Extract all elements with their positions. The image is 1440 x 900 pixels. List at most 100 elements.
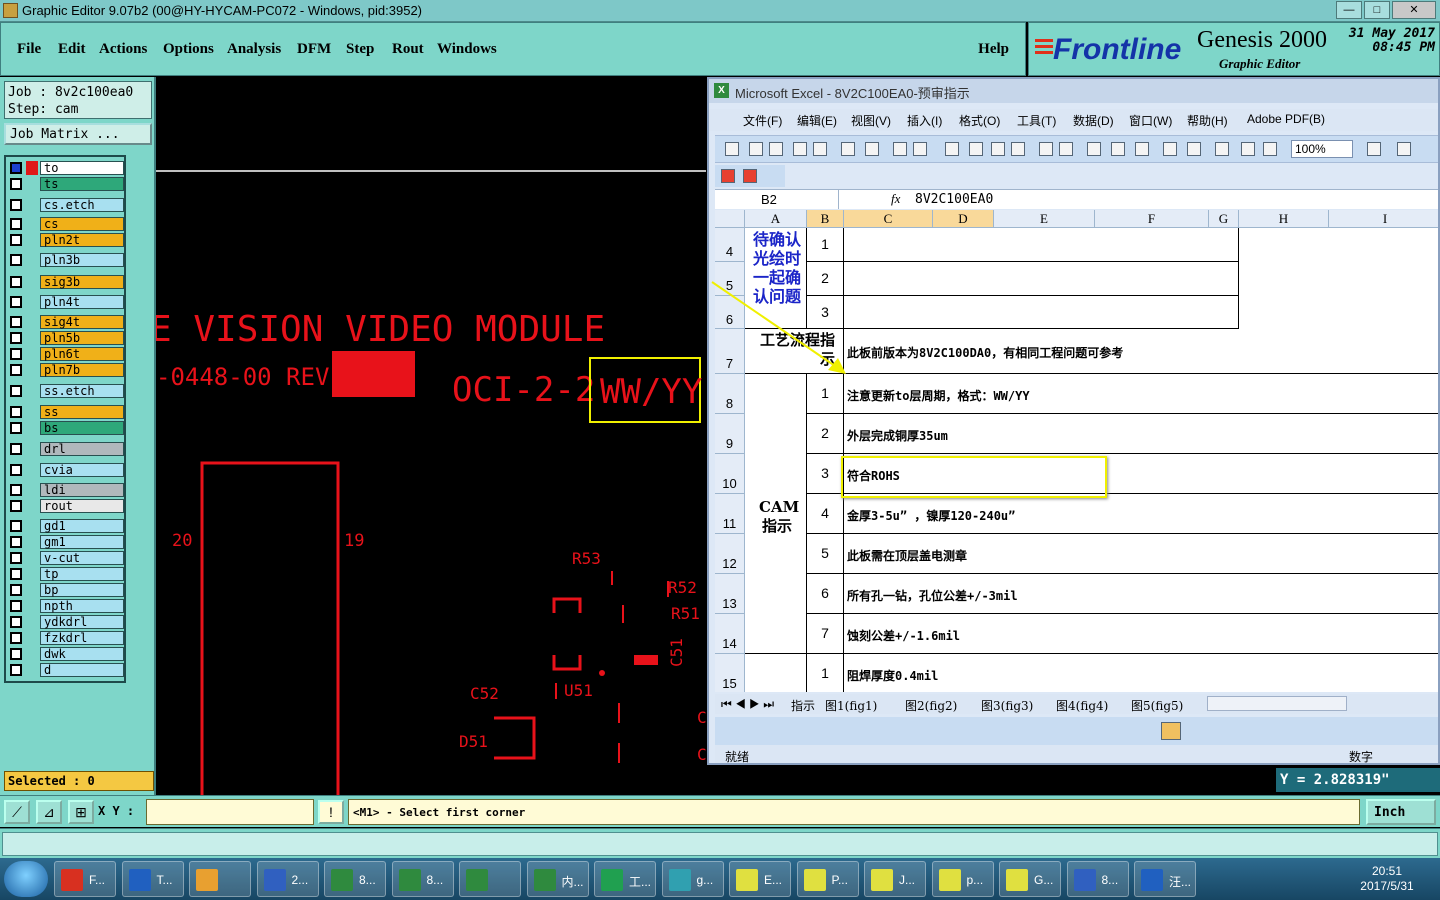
layer-row[interactable]: cvia (8, 463, 124, 477)
excel-menu-format[interactable]: 格式(O) (959, 112, 1000, 129)
col-header-h[interactable]: H (1239, 210, 1329, 228)
taskbar-button[interactable]: F... (54, 861, 116, 897)
menu-step[interactable]: Step (346, 41, 374, 58)
taskbar-button[interactable] (189, 861, 251, 897)
layer-checkbox[interactable] (10, 464, 22, 476)
col-header-d[interactable]: D (933, 210, 994, 228)
item-number-cell[interactable]: 1 (807, 654, 844, 692)
taskbar-button[interactable]: P... (796, 861, 859, 897)
excel-menu-insert[interactable]: 插入(I) (907, 112, 942, 129)
layer-row[interactable]: d (8, 663, 124, 677)
pdf-convert-icon[interactable] (721, 169, 735, 183)
layer-row[interactable]: dwk (8, 647, 124, 661)
taskbar-button[interactable]: 8... (391, 861, 454, 897)
toolbar-icon[interactable] (1111, 142, 1125, 156)
layer-name[interactable]: to (40, 161, 124, 175)
layer-checkbox[interactable] (10, 616, 22, 628)
measure-icon[interactable]: ⊿ (36, 800, 62, 824)
toolbar-icon[interactable] (991, 142, 1005, 156)
graphic-canvas[interactable]: E VISION VIDEO MODULE -0448-00 REV OCI-2… (156, 77, 706, 795)
excel-menu-tools[interactable]: 工具(T) (1017, 112, 1056, 129)
layer-row[interactable]: ts (8, 177, 124, 191)
tab-fig2[interactable]: 图2(fig2) (905, 697, 957, 714)
item-number-cell[interactable]: 2 (807, 414, 844, 454)
row-header-11[interactable]: 11 (715, 494, 745, 534)
tab-fig5[interactable]: 图5(fig5) (1131, 697, 1183, 714)
tab-fig1[interactable]: 图1(fig1) (825, 697, 877, 714)
layer-checkbox[interactable] (10, 632, 22, 644)
row-header-12[interactable]: 12 (715, 534, 745, 574)
layer-row[interactable]: to (8, 161, 124, 175)
taskbar-button[interactable] (459, 861, 521, 897)
layer-checkbox[interactable] (10, 500, 22, 512)
excel-menu-file[interactable]: 文件(F) (743, 112, 782, 129)
layer-checkbox[interactable] (10, 536, 22, 548)
maximize-button[interactable]: □ (1364, 1, 1390, 19)
layer-name[interactable]: bp (40, 583, 124, 597)
layer-row[interactable]: pln7b (8, 363, 124, 377)
toolbar-icon[interactable] (1397, 142, 1411, 156)
name-box[interactable]: B2 (715, 190, 839, 209)
layer-name[interactable]: ts (40, 177, 124, 191)
taskbar-button[interactable]: 工... (594, 861, 656, 897)
layer-name[interactable]: cs (40, 217, 124, 231)
layer-name[interactable]: pln2t (40, 233, 124, 247)
taskbar-button[interactable]: 8... (324, 861, 386, 897)
layer-checkbox[interactable] (10, 552, 22, 564)
toolbar-icon[interactable] (793, 142, 807, 156)
units-select[interactable]: Inch (1366, 799, 1436, 825)
toolbar-icon[interactable] (865, 142, 879, 156)
layer-checkbox[interactable] (10, 406, 22, 418)
toolbar-icon[interactable] (1241, 142, 1255, 156)
menu-rout[interactable]: Rout (392, 41, 424, 58)
layer-checkbox[interactable] (10, 276, 22, 288)
layer-checkbox[interactable] (10, 584, 22, 596)
tab-instructions[interactable]: 指示 (791, 697, 815, 714)
layer-checkbox[interactable] (10, 422, 22, 434)
excel-menu-window[interactable]: 窗口(W) (1129, 112, 1172, 129)
minimize-button[interactable]: — (1336, 1, 1362, 19)
col-header-c[interactable]: C (844, 210, 933, 228)
layer-checkbox[interactable] (10, 348, 22, 360)
item-text-cell[interactable]: 注意更新to层周期，格式：WW/YY (844, 374, 1438, 414)
corner-cell[interactable] (715, 210, 745, 228)
xy-input[interactable] (146, 799, 314, 825)
layer-name[interactable]: pln4t (40, 295, 124, 309)
layer-row[interactable]: pln3b (8, 253, 124, 267)
taskbar-button[interactable]: p... (931, 861, 994, 897)
layer-row[interactable]: sig4t (8, 315, 124, 329)
toolbar-icon[interactable] (1059, 142, 1073, 156)
layer-name[interactable]: sig3b (40, 275, 124, 289)
row-header-15[interactable]: 15 (715, 654, 745, 692)
cell-b4[interactable]: 1 (807, 228, 844, 262)
zoom-select[interactable]: 100% (1291, 140, 1353, 158)
layer-row[interactable]: rout (8, 499, 124, 513)
cell-c5[interactable] (844, 262, 1239, 296)
cell-a15[interactable] (745, 654, 807, 692)
layer-name[interactable]: bs (40, 421, 124, 435)
taskbar-button[interactable]: 汪... (1134, 861, 1196, 897)
cell-c6[interactable] (844, 296, 1239, 329)
fx-icon[interactable]: fx (891, 191, 900, 207)
layer-checkbox[interactable] (10, 484, 22, 496)
layer-row[interactable]: ss (8, 405, 124, 419)
item-text-cell[interactable]: 此板需在顶层盖电测章 (844, 534, 1438, 574)
menu-options[interactable]: Options (163, 41, 214, 58)
taskbar-button[interactable]: G... (999, 861, 1061, 897)
toolbar-icon[interactable] (725, 142, 739, 156)
layer-checkbox[interactable] (10, 178, 22, 190)
draw-icon[interactable] (1161, 722, 1181, 740)
layer-name[interactable]: pln6t (40, 347, 124, 361)
toolbar-icon[interactable] (749, 142, 763, 156)
row-header-10[interactable]: 10 (715, 454, 745, 494)
item-number-cell[interactable]: 5 (807, 534, 844, 574)
layer-checkbox[interactable] (10, 162, 22, 174)
toolbar-icon[interactable] (945, 142, 959, 156)
layer-name[interactable]: rout (40, 499, 124, 513)
taskbar-button[interactable]: 8... (1066, 861, 1129, 897)
toolbar-icon[interactable] (893, 142, 907, 156)
item-number-cell[interactable]: 7 (807, 614, 844, 654)
item-number-cell[interactable]: 6 (807, 574, 844, 614)
clock[interactable]: 20:51 2017/5/31 (1352, 864, 1422, 894)
col-header-f[interactable]: F (1095, 210, 1209, 228)
